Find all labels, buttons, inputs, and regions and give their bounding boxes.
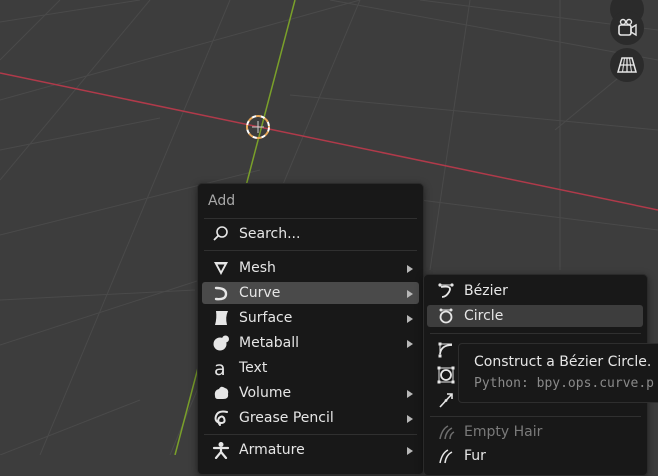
menu-item-metaball[interactable]: Metaball	[202, 332, 419, 354]
menu-item-mesh[interactable]: Mesh	[202, 257, 419, 279]
armature-icon	[212, 442, 230, 459]
grid-perspective-icon	[617, 57, 637, 73]
camera-view-button[interactable]	[610, 11, 644, 45]
tooltip-description: Construct a Bézier Circle.	[474, 354, 652, 370]
svg-text:a: a	[214, 359, 226, 377]
path-icon	[439, 393, 453, 408]
search-label: Search...	[239, 226, 301, 242]
search-item[interactable]: Search...	[202, 223, 419, 245]
metaball-icon	[213, 335, 229, 351]
menu-item-volume[interactable]: Volume	[202, 382, 419, 404]
perspective-toggle-button[interactable]	[610, 48, 644, 82]
menu-item-armature[interactable]: Armature	[202, 439, 419, 461]
menu-item-grease-pencil[interactable]: Grease Pencil	[202, 407, 419, 429]
submenu-item-fur[interactable]: Fur	[427, 445, 643, 467]
menu-separator	[430, 416, 641, 417]
submenu-item-empty-hair[interactable]: Empty Hair	[427, 421, 643, 443]
submenu-arrow-icon	[407, 340, 413, 348]
camera-icon	[618, 18, 637, 37]
tooltip: Construct a Bézier Circle. Python: bpy.o…	[458, 343, 658, 403]
submenu-item-bezier[interactable]: Bézier	[427, 280, 643, 302]
submenu-arrow-icon	[407, 447, 413, 455]
menu-separator	[204, 218, 417, 219]
tooltip-python: Python: bpy.ops.curve.p	[474, 376, 655, 391]
nurbs-curve-icon	[438, 342, 453, 358]
menu-item-text[interactable]: a Text	[202, 357, 419, 379]
submenu-arrow-icon	[407, 415, 413, 423]
submenu-item-circle[interactable]: Circle	[427, 305, 643, 327]
submenu-arrow-icon	[407, 390, 413, 398]
hair-icon	[439, 425, 455, 440]
submenu-arrow-icon	[407, 265, 413, 273]
nurbs-circle-icon	[437, 366, 455, 384]
submenu-arrow-icon	[407, 290, 413, 298]
volume-icon	[214, 386, 229, 399]
menu-item-surface[interactable]: Surface	[202, 307, 419, 329]
menu-title: Add	[208, 193, 236, 209]
text-icon: a	[214, 359, 226, 377]
submenu-arrow-icon	[407, 315, 413, 323]
curve-icon	[214, 286, 228, 301]
fur-icon	[439, 449, 453, 464]
menu-separator	[204, 434, 417, 435]
menu-separator	[430, 333, 641, 334]
menu-item-curve[interactable]: Curve	[202, 282, 419, 304]
grease-pencil-icon	[214, 410, 228, 426]
mesh-icon	[214, 262, 228, 275]
menu-separator	[204, 250, 417, 251]
bezier-icon	[438, 283, 454, 298]
search-icon	[213, 226, 228, 241]
add-menu: Add Search... Mesh Curve Surface Metabal…	[197, 183, 424, 475]
circle-curve-icon	[439, 308, 453, 324]
origin-marker-icon[interactable]	[238, 107, 278, 147]
surface-icon	[215, 311, 228, 325]
